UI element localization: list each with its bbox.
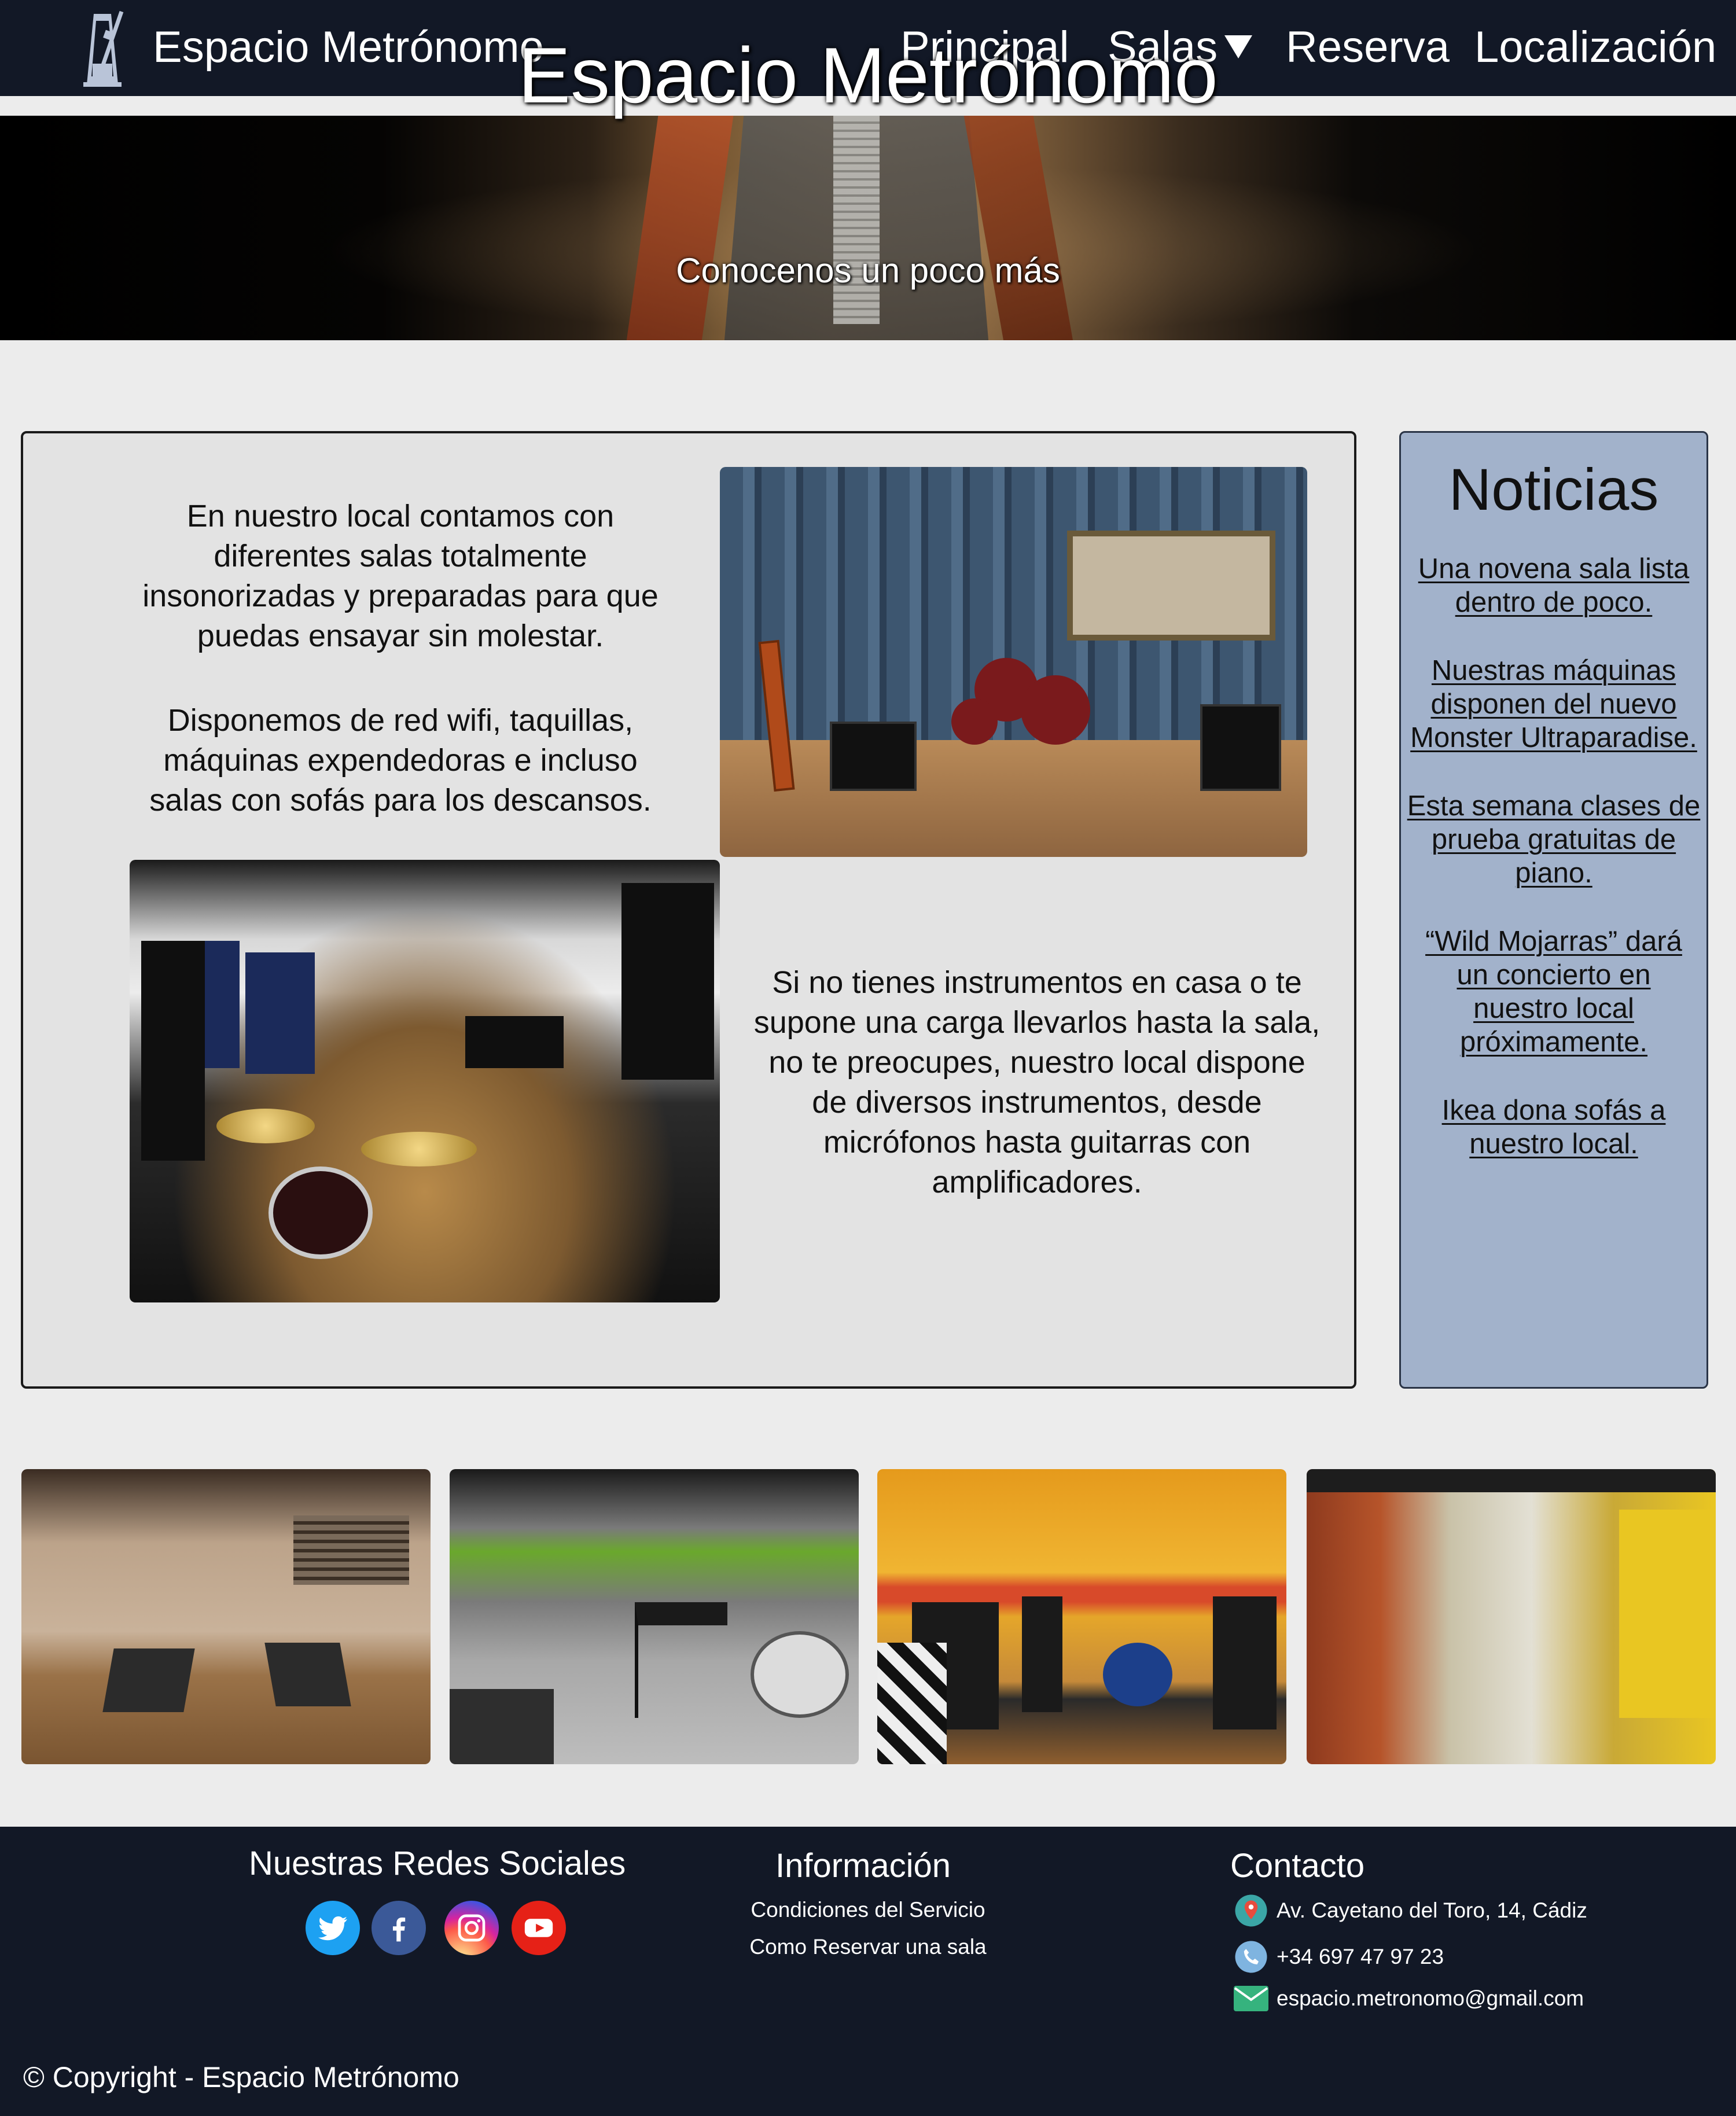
how-to-book-link[interactable]: Como Reservar una sala bbox=[694, 1934, 1042, 1960]
intro-paragraph: En nuestro local contamos con diferentes… bbox=[142, 499, 659, 653]
drum bbox=[751, 1631, 849, 1718]
rehearsal-room-sofa-photo bbox=[130, 860, 720, 1302]
news-link[interactable]: Ikea dona sofás a nuestro local. bbox=[1442, 1095, 1666, 1160]
info-title: Información bbox=[775, 1847, 951, 1885]
gallery-photo-hallway[interactable] bbox=[1307, 1469, 1716, 1764]
news-link[interactable]: Nuestras máquinas disponen del nuevo Mon… bbox=[1410, 655, 1697, 753]
contact-title: Contacto bbox=[1230, 1847, 1365, 1885]
news-list: Una novena sala lista dentro de poco. Nu… bbox=[1406, 552, 1701, 1195]
intro-paragraph: Disponemos de red wifi, taquillas, máqui… bbox=[149, 703, 652, 818]
social-title: Nuestras Redes Sociales bbox=[249, 1845, 626, 1882]
amplifier bbox=[1213, 1596, 1277, 1729]
yellow-door bbox=[1619, 1510, 1716, 1718]
sofa bbox=[877, 1643, 947, 1764]
gallery-photo-band-room[interactable] bbox=[450, 1469, 859, 1764]
hero-banner bbox=[0, 116, 1736, 340]
acoustic-diffuser bbox=[293, 1515, 409, 1585]
news-item: Una novena sala lista dentro de poco. bbox=[1406, 552, 1701, 619]
mail-icon bbox=[1234, 1981, 1268, 2016]
instagram-icon[interactable] bbox=[444, 1901, 499, 1955]
location-pin-icon bbox=[1234, 1893, 1268, 1928]
phone-icon bbox=[1234, 1940, 1268, 1974]
news-link[interactable]: Una novena sala lista dentro de poco. bbox=[1418, 553, 1690, 618]
news-link[interactable]: Esta semana clases de prueba gratuitas d… bbox=[1407, 790, 1701, 889]
amplifier bbox=[830, 722, 917, 791]
facebook-icon[interactable] bbox=[372, 1901, 426, 1955]
cymbal bbox=[216, 1109, 315, 1143]
mixer bbox=[450, 1689, 554, 1764]
gallery-photo-orange-room[interactable] bbox=[877, 1469, 1286, 1764]
terms-link[interactable]: Condiciones del Servicio bbox=[694, 1897, 1042, 1923]
hero-subtitle: Conocenos un poco más bbox=[676, 251, 1060, 290]
drum bbox=[1103, 1643, 1172, 1706]
news-item: “Wild Mojarras” dará un concierto en nue… bbox=[1406, 925, 1701, 1059]
contact-email: espacio.metronomo@gmail.com bbox=[1234, 1981, 1584, 2016]
amplifier bbox=[1022, 1596, 1062, 1712]
sofa bbox=[465, 1016, 564, 1068]
instruments-text: Si no tienes instrumentos en casa o te s… bbox=[753, 965, 1321, 1199]
speaker bbox=[621, 883, 714, 1080]
email-text[interactable]: espacio.metronomo@gmail.com bbox=[1277, 1986, 1584, 2011]
music-stand bbox=[635, 1602, 727, 1718]
acoustic-panel bbox=[245, 952, 315, 1074]
copyright: © Copyright - Espacio Metrónomo bbox=[23, 2061, 459, 2093]
contact-phone: +34 697 47 97 23 bbox=[1234, 1940, 1444, 1974]
ceiling-beam bbox=[1307, 1469, 1716, 1492]
amplifier bbox=[1200, 704, 1281, 791]
drum bbox=[269, 1166, 373, 1259]
contact-address: Av. Cayetano del Toro, 14, Cádiz bbox=[1234, 1893, 1587, 1928]
drum bbox=[951, 698, 998, 745]
hero-title: Espacio Metrónomo bbox=[518, 31, 1218, 119]
news-link[interactable]: “Wild Mojarras” dará un concierto en nue… bbox=[1425, 926, 1682, 1058]
address-text: Av. Cayetano del Toro, 14, Cádiz bbox=[1277, 1898, 1587, 1922]
speaker bbox=[141, 941, 205, 1161]
youtube-icon[interactable] bbox=[512, 1901, 566, 1955]
gallery-photo-studio[interactable] bbox=[21, 1469, 431, 1764]
control-room-window bbox=[1067, 531, 1275, 641]
news-item: Nuestras máquinas disponen del nuevo Mon… bbox=[1406, 654, 1701, 755]
twitter-icon[interactable] bbox=[306, 1901, 360, 1955]
news-item: Ikea dona sofás a nuestro local. bbox=[1406, 1094, 1701, 1161]
intro-text: En nuestro local contamos con diferentes… bbox=[133, 496, 668, 820]
guitar bbox=[758, 639, 795, 792]
rehearsal-room-photo bbox=[720, 467, 1307, 857]
drum bbox=[1021, 675, 1090, 745]
cymbal bbox=[361, 1132, 477, 1166]
news-item: Esta semana clases de prueba gratuitas d… bbox=[1406, 789, 1701, 890]
monitor-speaker bbox=[264, 1643, 351, 1706]
phone-text: +34 697 47 97 23 bbox=[1277, 1945, 1444, 1968]
monitor-speaker bbox=[102, 1648, 195, 1712]
news-title: Noticias bbox=[1448, 457, 1659, 522]
